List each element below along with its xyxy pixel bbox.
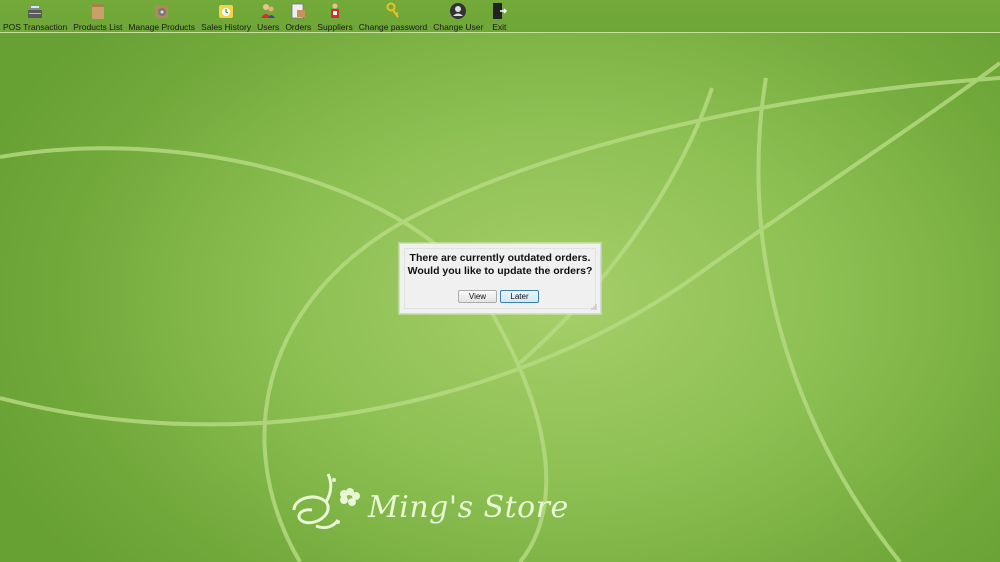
toolbar-change-password[interactable]: Change password [356,0,431,32]
clipboard-icon [291,3,306,19]
store-logo: Ming's Store [286,470,568,540]
key-icon [386,2,399,18]
toolbar-label: Change User [433,22,484,32]
view-button[interactable]: View [458,290,497,303]
toolbar-change-user[interactable]: Change User [430,0,486,32]
gear-box-icon [154,5,168,18]
toolbar-exit[interactable]: Exit [486,0,512,32]
later-button[interactable]: Later [500,290,539,303]
toolbar-label: Suppliers [317,22,353,32]
chart-icon [219,5,234,18]
dialog-message-line1: There are currently outdated orders. [409,252,591,264]
toolbar-label: POS Transaction [3,22,68,32]
dialog-message-line2: Would you like to update the orders? [407,265,593,277]
toolbar-label: Sales History [201,22,252,32]
toolbar-suppliers[interactable]: Suppliers [314,0,355,32]
box-icon [91,4,104,19]
user-circle-icon [450,3,467,19]
toolbar-label: Orders [285,22,312,32]
cash-register-icon [28,5,43,18]
toolbar-label: Change password [358,22,428,32]
toolbar-users[interactable]: Users [254,0,282,32]
toolbar-sales-history[interactable]: Sales History [198,0,254,32]
resize-grip-icon[interactable] [591,304,597,310]
toolbar-products-list[interactable]: Products List [70,0,125,32]
toolbar-label: Manage Products [128,22,196,32]
main-toolbar: POS Transaction Products List Manage Pro… [0,0,1000,33]
flower-swirl-icon [292,473,360,530]
toolbar-orders[interactable]: Orders [282,0,314,32]
dialog-message: There are currently outdated orders. Wou… [400,252,600,278]
toolbar-label: Users [257,22,280,32]
supplier-icon [331,3,340,18]
exit-door-icon [493,3,508,19]
toolbar-label: Exit [492,22,507,32]
store-name: Ming's Store [368,490,569,525]
outdated-orders-dialog: There are currently outdated orders. Wou… [399,243,601,314]
toolbar-manage-products[interactable]: Manage Products [125,0,198,32]
users-icon [261,4,276,18]
toolbar-pos-transaction[interactable]: POS Transaction [0,0,70,32]
toolbar-label: Products List [73,22,123,32]
